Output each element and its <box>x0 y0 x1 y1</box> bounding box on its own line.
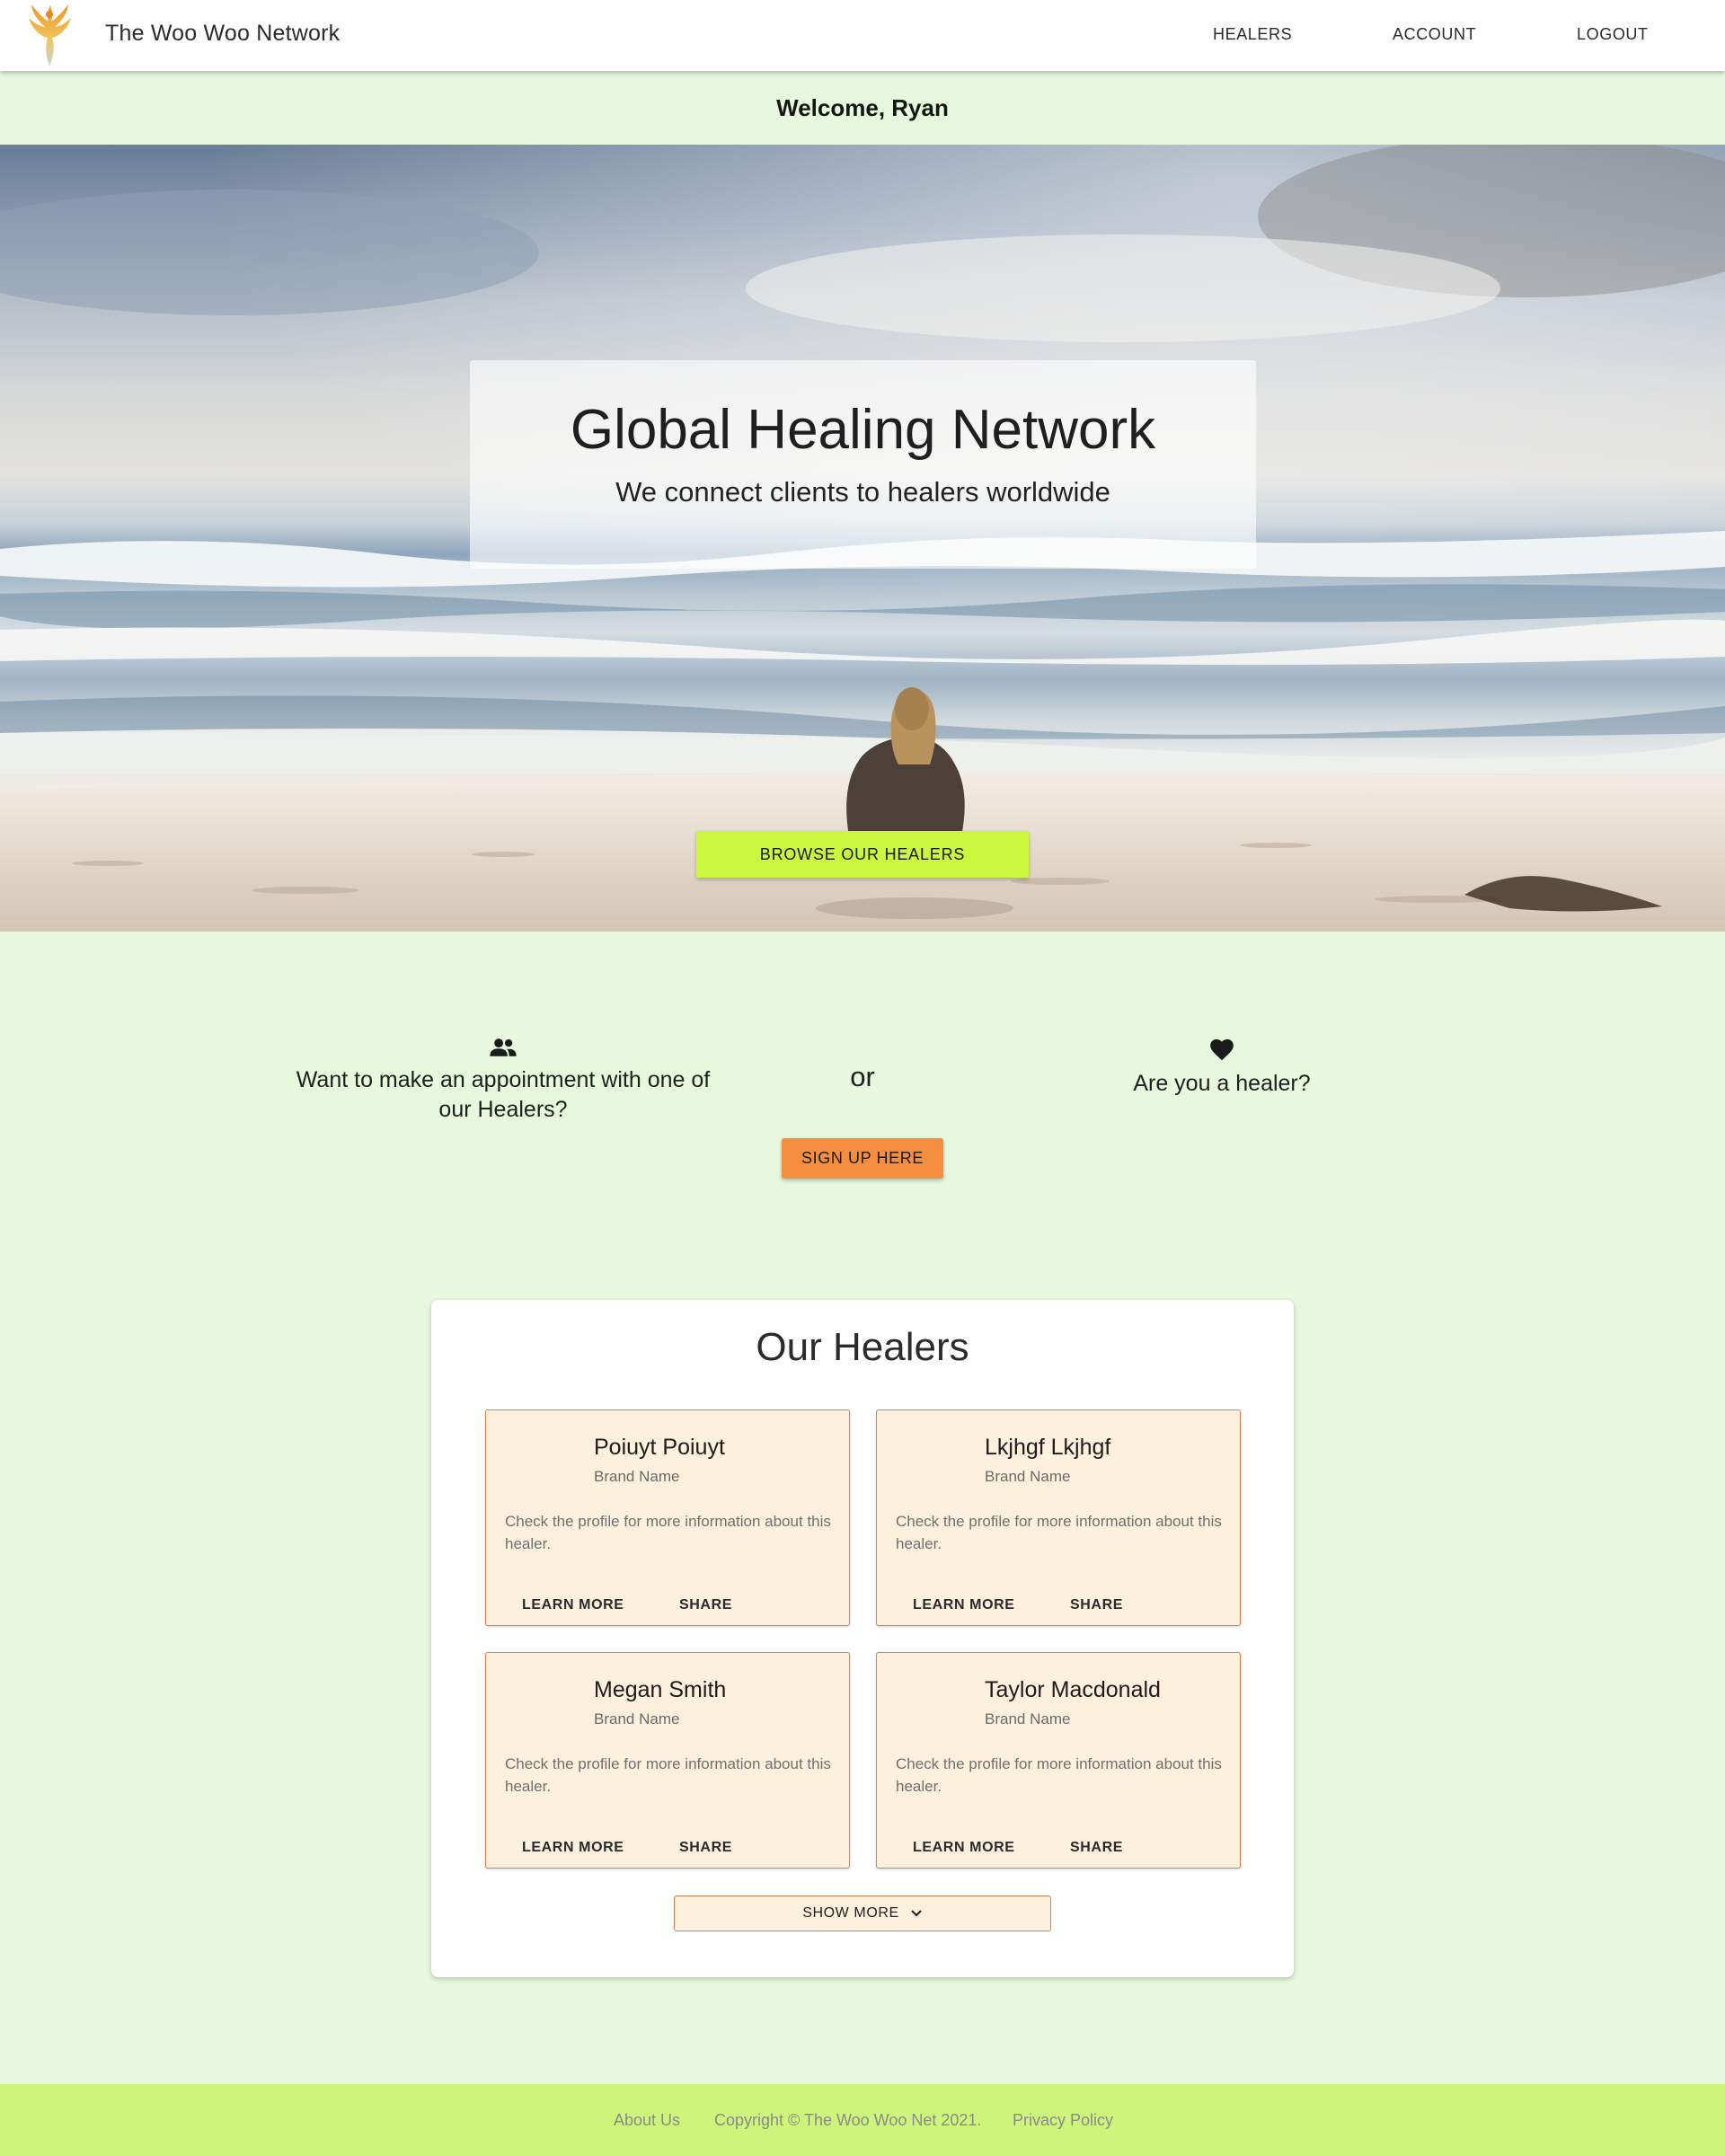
welcome-message: Welcome, Ryan <box>776 94 949 121</box>
healer-card[interactable]: Megan Smith Brand Name Check the profile… <box>485 1652 850 1869</box>
copyright-text: Copyright © The Woo Woo Net 2021. <box>714 2111 982 2129</box>
show-more-button[interactable]: SHOW MORE <box>674 1895 1051 1931</box>
healer-description: Check the profile for more information a… <box>896 1755 1222 1795</box>
people-icon <box>490 1038 517 1056</box>
privacy-policy-link[interactable]: Privacy Policy <box>1013 2111 1113 2130</box>
learn-more-button[interactable]: LEARN MORE <box>522 1840 624 1856</box>
learn-more-button[interactable]: LEARN MORE <box>522 1597 624 1613</box>
learn-more-button[interactable]: LEARN MORE <box>913 1840 1015 1856</box>
healer-brand: Brand Name <box>594 1468 680 1485</box>
browse-healers-button[interactable]: BROWSE OUR HEALERS <box>696 831 1029 878</box>
show-more-label: SHOW MORE <box>802 1905 899 1921</box>
brand-title[interactable]: The Woo Woo Network <box>105 21 340 47</box>
about-us-link[interactable]: About Us <box>614 2111 680 2130</box>
healer-card[interactable]: Lkjhgf Lkjhgf Brand Name Check the profi… <box>876 1409 1241 1626</box>
healer-name: Poiuyt Poiuyt <box>594 1435 725 1460</box>
footer: About Us Copyright © The Woo Woo Net 202… <box>0 2084 1725 2156</box>
our-healers-title: Our Healers <box>756 1325 969 1369</box>
share-button[interactable]: SHARE <box>1070 1597 1123 1613</box>
nav-account-link[interactable]: ACCOUNT <box>1393 25 1476 44</box>
sign-up-button[interactable]: SIGN UP HERE <box>782 1138 943 1179</box>
hero-panel: Global Healing Network We connect client… <box>470 360 1256 569</box>
share-button[interactable]: SHARE <box>1070 1840 1123 1856</box>
healer-description: Check the profile for more information a… <box>896 1513 1222 1552</box>
client-cta: Want to make an appointment with one of … <box>279 1038 728 1125</box>
chevron-down-icon <box>911 1910 922 1917</box>
healer-name: Taylor Macdonald <box>985 1677 1161 1702</box>
hero-title: Global Healing Network <box>570 399 1156 461</box>
learn-more-button[interactable]: LEARN MORE <box>913 1597 1015 1613</box>
healer-card[interactable]: Taylor Macdonald Brand Name Check the pr… <box>876 1652 1241 1869</box>
our-healers-card: Our Healers Poiuyt Poiuyt Brand Name Che… <box>431 1300 1294 1977</box>
healer-description: Check the profile for more information a… <box>505 1755 831 1795</box>
share-button[interactable]: SHARE <box>679 1597 732 1613</box>
phoenix-logo-icon[interactable] <box>23 2 75 68</box>
top-app-bar: The Woo Woo Network HEALERS ACCOUNT LOGO… <box>0 0 1725 71</box>
share-button[interactable]: SHARE <box>679 1840 732 1856</box>
nav-logout-link[interactable]: LOGOUT <box>1577 25 1649 44</box>
healer-cta-text: Are you a healer? <box>1133 1071 1311 1096</box>
healer-brand: Brand Name <box>594 1710 680 1727</box>
nav-healers-link[interactable]: HEALERS <box>1213 25 1292 44</box>
client-cta-text: Want to make an appointment with one of … <box>296 1067 711 1122</box>
healer-name: Lkjhgf Lkjhgf <box>985 1435 1111 1460</box>
healer-description: Check the profile for more information a… <box>505 1513 831 1552</box>
healer-name: Megan Smith <box>594 1677 727 1702</box>
heart-icon <box>1210 1038 1234 1061</box>
healer-brand: Brand Name <box>985 1710 1071 1727</box>
hero-section: Global Healing Network We connect client… <box>0 145 1725 932</box>
hero-subtitle: We connect clients to healers worldwide <box>615 476 1110 508</box>
healer-card[interactable]: Poiuyt Poiuyt Brand Name Check the profi… <box>485 1409 850 1626</box>
healer-brand: Brand Name <box>985 1468 1071 1485</box>
healer-cta: Are you a healer? <box>1042 1038 1402 1099</box>
or-separator: or <box>850 1061 875 1092</box>
